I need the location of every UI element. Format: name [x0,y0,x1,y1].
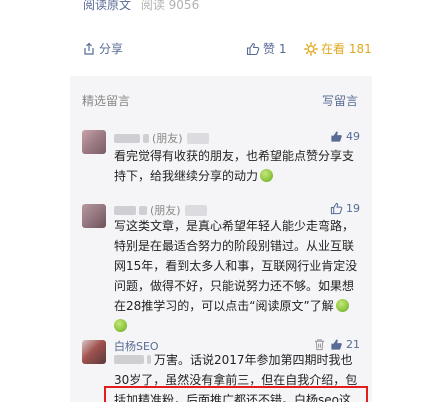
like-button[interactable]: 赞 1 [246,40,286,57]
action-bar: 分享 赞 1 在看 181 [70,36,372,62]
wow-label: 在看 [321,42,346,56]
thumbs-up-icon [246,42,260,55]
comment-text: 写这类文章，是真心希望年轻人能少走弯路， 特别是在最适合努力的阶段别错过。从业互… [114,216,364,336]
thumbs-up-filled-icon [331,131,342,142]
avatar[interactable] [82,130,106,154]
wow-icon [304,41,318,56]
share-button[interactable]: 分享 [82,40,123,57]
read-count: 阅读 9056 [140,0,200,12]
comment-like-count: 19 [346,202,360,215]
comment-like-button[interactable]: 49 [330,130,360,143]
comment-like-button[interactable]: 19 [330,202,360,215]
comment-line: 写这类文章，是真心希望年轻人能少走弯路， [114,219,355,233]
masked-name-tail [147,355,151,364]
thumbs-up-icon [330,202,343,215]
like-label: 赞 [263,42,276,56]
comment-text: 看完觉得有收获的朋友，也希望能点赞分享支 持下，给我继续分享的动力 [114,146,364,186]
friend-tag: (朋友) [152,132,183,145]
comment-line: 在28推学习的，可以点击“阅读原文”了解 [114,299,334,313]
article-footer-panel: 阅读原文 阅读 9056 分享 赞 1 在看 181 精选留言 写留言 (朋友)… [70,0,372,402]
write-comment-link[interactable]: 写留言 [322,92,358,109]
share-label: 分享 [99,42,124,56]
status-badge [184,204,207,216]
read-original-link[interactable]: 阅读原文 [83,0,131,12]
author-avatar[interactable] [82,340,106,364]
comment-line: 问题，做得不好，只能说努力还不够。如果想 [114,279,355,293]
comment-like-count: 49 [346,130,360,143]
comment-line: 万害。话说2017年参加第四期时我也 [154,353,353,367]
emoji-icon [260,169,274,182]
comment-line: 看完觉得有收获的朋友，也希望能点赞分享支 [114,149,355,163]
wow-count: 181 [348,41,372,56]
masked-name-tail [143,133,149,143]
emoji-icon [114,319,127,332]
status-badge [186,132,209,144]
masked-name [114,133,140,143]
article-meta: 阅读原文 阅读 9056 [83,0,199,13]
share-icon [84,42,94,55]
masked-name-tail [139,205,147,215]
comment-nickname: (朋友) [114,130,209,146]
left-gutter [0,0,70,402]
like-count: 1 [278,41,287,56]
comment-line: 特别是在最适合努力的阶段别错过。从业互联 [114,239,355,253]
masked-name [114,355,144,364]
article-actions-area: 阅读原文 阅读 9056 分享 赞 1 在看 181 [70,0,372,76]
avatar[interactable] [82,204,106,228]
right-gutter [372,0,424,402]
emoji-icon [335,299,349,312]
comment-line: 持下，给我继续分享的动力 [114,169,259,183]
wow-button[interactable]: 在看 181 [304,40,372,57]
featured-comments-title: 精选留言 [82,94,131,108]
masked-name [114,205,136,215]
highlight-box [104,386,368,402]
comment-line: 网15年，看到太多人和事，互联网行业肯定没 [114,259,358,273]
